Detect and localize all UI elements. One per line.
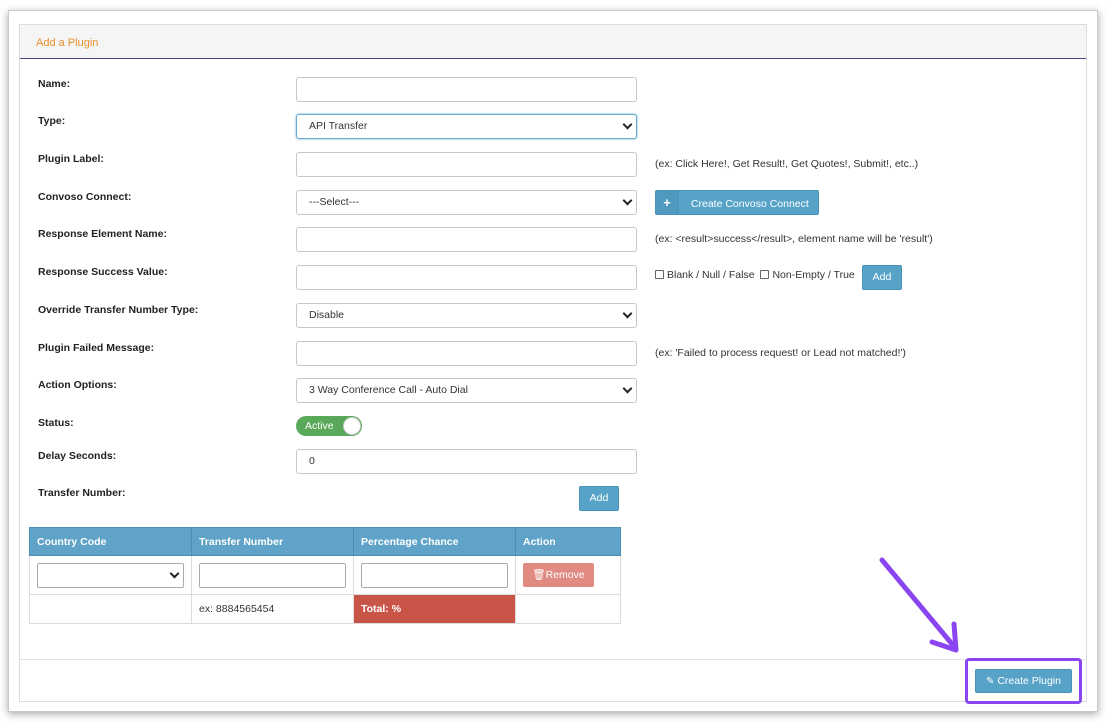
remove-button[interactable]: 🗑Remove — [523, 563, 594, 587]
transfer-number-input[interactable] — [199, 562, 346, 588]
header-transfer-number: Transfer Number — [191, 527, 354, 556]
response-success-label: Response Success Value: — [38, 266, 168, 278]
edit-icon: ✎ — [986, 676, 995, 687]
row-type: Type: API Transfer — [38, 114, 1086, 140]
percentage-chance-cell — [353, 555, 516, 595]
failed-message-hint: (ex: 'Failed to process request! or Lead… — [655, 347, 906, 359]
row-failed-message: Plugin Failed Message: (ex: 'Failed to p… — [38, 341, 1086, 367]
action-options-select[interactable]: 3 Way Conference Call - Auto Dial — [296, 378, 637, 403]
plugin-label-hint: (ex: Click Here!, Get Result!, Get Quote… — [655, 158, 919, 170]
transfer-number-table: Country Code Transfer Number Percentage … — [29, 527, 621, 624]
row-response-element: Response Element Name: (ex: <result>succ… — [38, 227, 1086, 253]
chevron-down-icon — [622, 195, 633, 206]
row-name: Name: — [38, 77, 1086, 103]
total-percentage: Total: % — [353, 594, 516, 624]
failed-message-label: Plugin Failed Message: — [38, 342, 155, 354]
convoso-connect-select[interactable]: ---Select--- — [296, 190, 637, 215]
action-options-label: Action Options: — [38, 379, 117, 391]
row-transfer-number: Transfer Number: Add — [38, 486, 1086, 512]
empty-cell — [29, 594, 192, 624]
create-plugin-highlight: ✎ Create Plugin — [965, 658, 1082, 704]
table-row: ex: 8884565454 Total: % — [29, 594, 621, 624]
transfer-number-example: ex: 8884565454 — [191, 594, 354, 624]
override-transfer-label: Override Transfer Number Type: — [38, 304, 199, 316]
name-input[interactable] — [296, 77, 637, 102]
response-success-input[interactable] — [296, 265, 637, 290]
country-code-select[interactable] — [37, 562, 184, 588]
create-plugin-button[interactable]: ✎ Create Plugin — [975, 669, 1072, 693]
row-status: Status: Active — [38, 416, 1086, 442]
delay-seconds-input[interactable]: 0 — [296, 449, 637, 474]
status-toggle-label: Active — [305, 420, 334, 432]
status-label: Status: — [38, 417, 74, 429]
transfer-number-cell — [191, 555, 354, 595]
transfer-number-label: Transfer Number: — [38, 487, 126, 499]
header-country-code: Country Code — [29, 527, 192, 556]
blank-null-false-label: Blank / Null / False — [667, 269, 755, 281]
add-transfer-number-button[interactable]: Add — [579, 486, 619, 511]
type-select-value: API Transfer — [309, 120, 368, 132]
non-empty-true-label: Non-Empty / True — [772, 269, 855, 281]
annotation-arrow — [879, 557, 959, 653]
header-percentage-chance: Percentage Chance — [353, 527, 516, 556]
chevron-down-icon — [169, 568, 180, 578]
plus-icon: + — [656, 191, 679, 214]
country-code-cell — [29, 555, 192, 595]
non-empty-true-checkbox[interactable] — [760, 270, 770, 279]
row-plugin-label: Plugin Label: (ex: Click Here!, Get Resu… — [38, 152, 1086, 178]
response-success-options: Blank / Null / False Non-Empty / True — [655, 269, 855, 281]
name-label: Name: — [38, 78, 71, 90]
failed-message-input[interactable] — [296, 341, 637, 366]
remove-label: Remove — [545, 569, 585, 581]
convoso-connect-label: Convoso Connect: — [38, 191, 132, 203]
row-convoso-connect: Convoso Connect: ---Select--- + Create C… — [38, 190, 1086, 216]
empty-cell — [515, 594, 621, 624]
response-element-input[interactable] — [296, 227, 637, 252]
row-override-transfer: Override Transfer Number Type: Disable — [38, 303, 1086, 329]
override-transfer-select-value: Disable — [309, 309, 345, 321]
trash-icon: 🗑 — [532, 569, 546, 581]
plugin-label-input[interactable] — [296, 152, 637, 177]
add-success-value-button[interactable]: Add — [862, 265, 902, 290]
type-select[interactable]: API Transfer — [296, 114, 637, 139]
convoso-connect-select-value: ---Select--- — [309, 196, 360, 208]
create-convoso-connect-label: Create Convoso Connect — [690, 198, 809, 210]
chevron-down-icon — [622, 308, 633, 319]
response-element-hint: (ex: <result>success</result>, element n… — [655, 233, 933, 245]
header-action: Action — [515, 527, 621, 556]
row-response-success: Response Success Value: Blank / Null / F… — [38, 265, 1086, 291]
plugin-label-label: Plugin Label: — [38, 153, 104, 165]
override-transfer-select[interactable]: Disable — [296, 303, 637, 328]
chevron-down-icon — [622, 119, 633, 130]
action-cell: 🗑Remove — [515, 555, 621, 595]
response-element-label: Response Element Name: — [38, 228, 167, 240]
status-toggle[interactable]: Active — [296, 416, 362, 436]
blank-null-false-checkbox[interactable] — [655, 270, 664, 279]
type-label: Type: — [38, 115, 66, 127]
table-header-row: Country Code Transfer Number Percentage … — [29, 527, 621, 556]
create-convoso-connect-button[interactable]: + Create Convoso Connect — [655, 190, 819, 215]
table-row: 🗑Remove — [29, 555, 621, 595]
row-action-options: Action Options: 3 Way Conference Call - … — [38, 378, 1086, 404]
panel-title: Add a Plugin — [20, 25, 1086, 59]
percentage-chance-input[interactable] — [361, 562, 508, 588]
toggle-knob — [343, 417, 361, 435]
chevron-down-icon — [622, 383, 633, 394]
delay-seconds-label: Delay Seconds: — [38, 450, 117, 462]
create-plugin-label: Create Plugin — [997, 675, 1061, 687]
action-options-select-value: 3 Way Conference Call - Auto Dial — [309, 384, 468, 396]
row-delay-seconds: Delay Seconds: 0 — [38, 449, 1086, 475]
